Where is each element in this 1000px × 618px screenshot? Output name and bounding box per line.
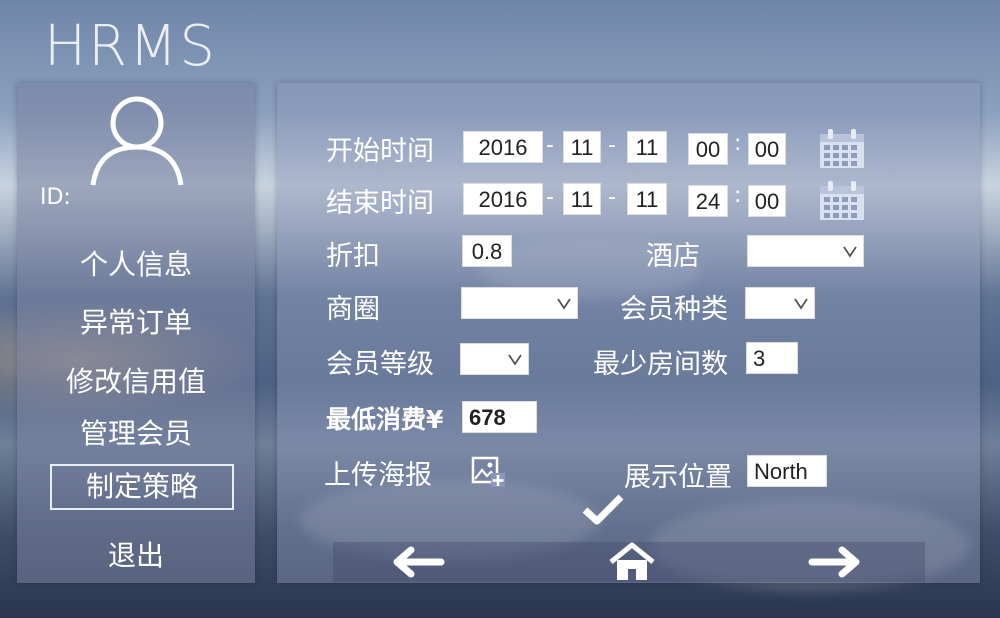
start-month-input[interactable]: 11 xyxy=(563,131,601,163)
start-year-input[interactable]: 2016 xyxy=(463,131,543,163)
end-month-input[interactable]: 11 xyxy=(563,183,601,215)
upload-poster-label: 上传海报 xyxy=(324,460,432,491)
start-minute-input[interactable]: 00 xyxy=(748,133,786,165)
date-separator: - xyxy=(608,133,616,158)
sidebar-item-make-strategy[interactable]: 制定策略 xyxy=(50,464,234,510)
app-logo: HRMS xyxy=(44,14,217,79)
sidebar-item-personal-info[interactable]: 个人信息 xyxy=(17,243,255,283)
chevron-down-icon xyxy=(508,354,522,366)
start-time-label: 开始时间 xyxy=(326,136,434,167)
date-separator: - xyxy=(608,185,616,210)
hotel-label: 酒店 xyxy=(646,241,700,272)
calendar-icon[interactable] xyxy=(819,129,865,169)
end-day-input[interactable]: 11 xyxy=(627,183,667,215)
date-separator: - xyxy=(546,185,554,210)
min-rooms-label: 最少房间数 xyxy=(593,349,728,380)
end-time-label: 结束时间 xyxy=(326,188,434,219)
sidebar-item-modify-credit[interactable]: 修改信用值 xyxy=(17,360,255,400)
calendar-icon[interactable] xyxy=(819,181,865,221)
display-position-input[interactable]: North xyxy=(747,455,827,487)
end-year-input[interactable]: 2016 xyxy=(463,183,543,215)
member-type-select[interactable] xyxy=(745,287,815,319)
chevron-down-icon xyxy=(557,298,571,310)
sidebar-item-manage-members[interactable]: 管理会员 xyxy=(17,412,255,452)
business-area-label: 商圈 xyxy=(326,294,380,325)
discount-label: 折扣 xyxy=(326,241,380,272)
arrow-left-icon[interactable] xyxy=(391,546,447,578)
member-level-label: 会员等级 xyxy=(326,349,434,380)
date-separator: - xyxy=(546,133,554,158)
chevron-down-icon xyxy=(794,298,808,310)
image-upload-icon[interactable] xyxy=(471,455,505,487)
time-separator: : xyxy=(734,131,742,156)
home-icon[interactable] xyxy=(608,542,656,582)
discount-input[interactable]: 0.8 xyxy=(462,235,512,267)
sidebar-item-abnormal-orders[interactable]: 异常订单 xyxy=(17,301,255,341)
user-avatar-icon xyxy=(90,96,184,186)
user-id-label: ID: xyxy=(40,185,71,210)
member-level-select[interactable] xyxy=(460,343,529,375)
check-icon[interactable] xyxy=(581,492,625,526)
sidebar-item-logout[interactable]: 退出 xyxy=(17,534,255,574)
display-position-label: 展示位置 xyxy=(624,462,732,493)
min-rooms-input[interactable]: 3 xyxy=(746,342,798,374)
min-spend-label: 最低消费¥ xyxy=(326,405,444,434)
end-minute-input[interactable]: 00 xyxy=(748,185,786,217)
sidebar: ID: 个人信息 异常订单 修改信用值 管理会员 制定策略 退出 xyxy=(17,83,255,583)
chevron-down-icon xyxy=(843,246,857,258)
hotel-select[interactable] xyxy=(747,235,864,267)
start-day-input[interactable]: 11 xyxy=(627,131,667,163)
end-hour-input[interactable]: 24 xyxy=(688,185,728,217)
business-area-select[interactable] xyxy=(461,287,578,319)
time-separator: : xyxy=(734,183,742,208)
arrow-right-icon[interactable] xyxy=(806,546,862,578)
min-spend-input[interactable]: 678 xyxy=(462,401,537,433)
start-hour-input[interactable]: 00 xyxy=(688,133,728,165)
member-type-label: 会员种类 xyxy=(620,294,728,325)
